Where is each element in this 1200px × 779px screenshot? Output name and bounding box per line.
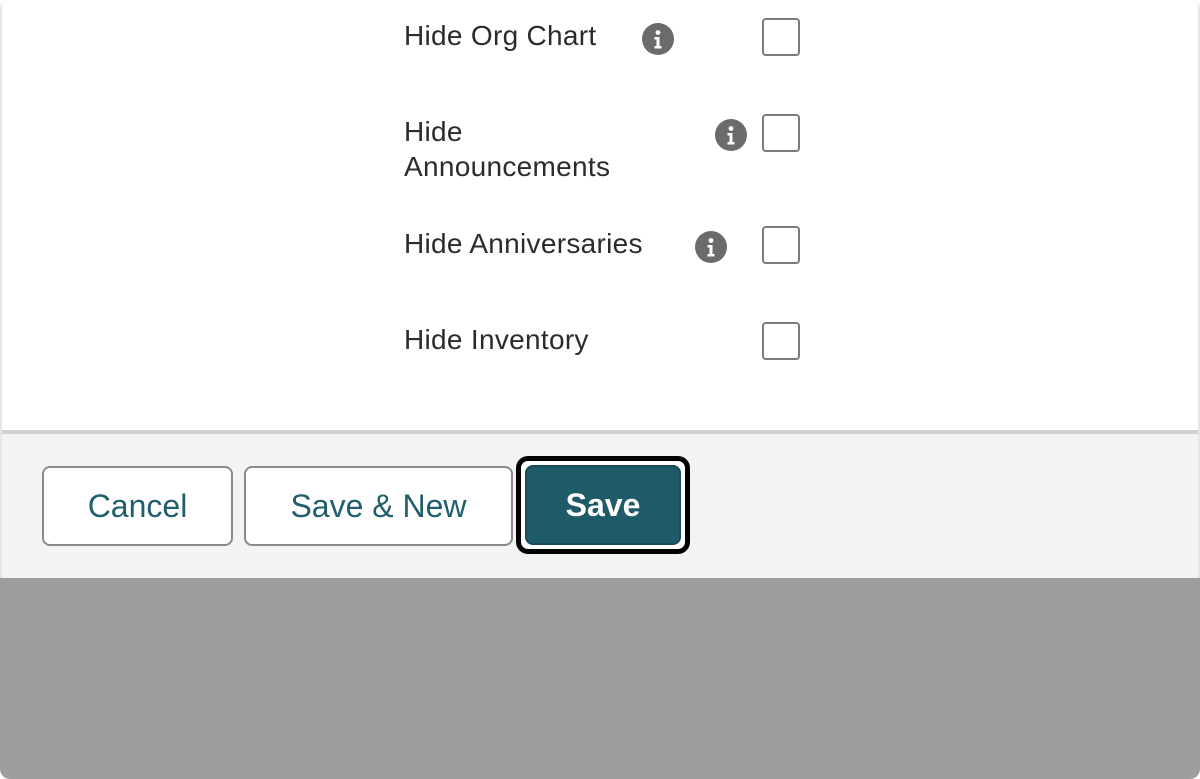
checkbox-hide-anniversaries[interactable]	[762, 226, 800, 264]
field-label-hide-anniversaries: Hide Anniversaries	[404, 228, 643, 259]
record-form-panel: Hide Org Chart Hide Announcements Hide A…	[0, 0, 1200, 578]
save-button[interactable]: Save	[525, 465, 681, 545]
info-icon[interactable]	[642, 23, 674, 55]
form-body: Hide Org Chart Hide Announcements Hide A…	[2, 0, 1198, 430]
checkbox-hide-announcements[interactable]	[762, 114, 800, 152]
field-label-hide-inventory: Hide Inventory	[404, 324, 589, 355]
cancel-button[interactable]: Cancel	[42, 466, 233, 546]
screen: Hide Org Chart Hide Announcements Hide A…	[0, 0, 1200, 779]
info-icon[interactable]	[715, 119, 747, 151]
checkbox-hide-inventory[interactable]	[762, 322, 800, 360]
field-label-hide-org-chart: Hide Org Chart	[404, 20, 597, 51]
form-footer: Cancel Save & New Save	[2, 434, 1198, 578]
field-hide-org-chart: Hide Org Chart	[404, 18, 804, 78]
field-hide-anniversaries: Hide Anniversaries	[404, 226, 804, 286]
field-hide-inventory: Hide Inventory	[404, 322, 804, 382]
checkbox-hide-org-chart[interactable]	[762, 18, 800, 56]
info-icon[interactable]	[695, 231, 727, 263]
field-hide-announcements: Hide Announcements	[404, 114, 804, 186]
save-and-new-button[interactable]: Save & New	[244, 466, 513, 546]
field-label-hide-announcements: Hide Announcements	[404, 116, 611, 182]
